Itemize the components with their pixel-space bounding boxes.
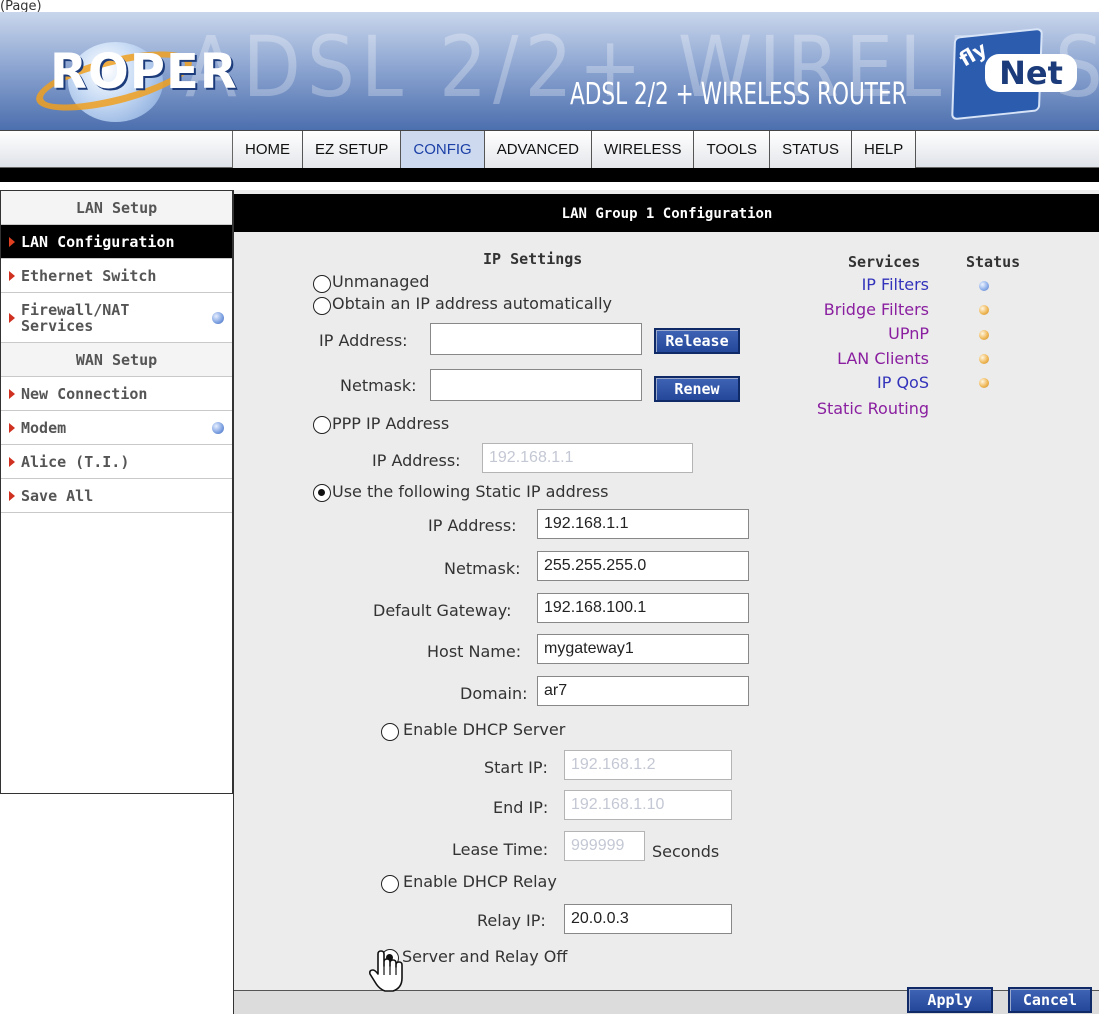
sidebar-item-save-all[interactable]: Save All <box>1 479 232 513</box>
tab-advanced[interactable]: ADVANCED <box>484 131 592 168</box>
arrow-right-icon <box>9 236 15 247</box>
host-name-label: Host Name: <box>427 642 522 661</box>
tab-home[interactable]: HOME <box>233 131 303 168</box>
banner-title: ADSL 2/2 + WIRELESS ROUTER <box>570 77 907 112</box>
status-off-icon <box>979 305 989 315</box>
cancel-button[interactable]: Cancel <box>1008 987 1092 1013</box>
ip-settings-heading: IP Settings <box>483 250 583 268</box>
renew-button[interactable]: Renew <box>654 376 740 402</box>
obtain-auto-radio[interactable] <box>313 297 331 315</box>
static-netmask-input[interactable]: 255.255.255.0 <box>537 551 749 581</box>
end-ip-input[interactable]: 192.168.1.10 <box>564 790 732 820</box>
static-netmask-label: Netmask: <box>444 559 521 578</box>
static-ip-address-label: IP Address: <box>428 516 517 535</box>
arrow-right-icon <box>9 312 15 323</box>
status-dot-icon <box>212 311 224 324</box>
arrow-right-icon <box>9 270 15 281</box>
default-gateway-input[interactable]: 192.168.100.1 <box>537 593 749 623</box>
unmanaged-label: Unmanaged <box>332 272 430 291</box>
header-banner: ADSL 2/2+ WIRELESS ROUTER ROPER ADSL 2/2… <box>0 12 1099 130</box>
sidebar-item-alice[interactable]: Alice (T.I.) <box>1 445 232 479</box>
tab-config[interactable]: CONFIG <box>401 131 485 168</box>
apply-button[interactable]: Apply <box>907 987 993 1013</box>
release-button[interactable]: Release <box>654 328 740 354</box>
relay-ip-input[interactable]: 20.0.0.3 <box>564 904 732 934</box>
domain-label: Domain: <box>460 684 528 703</box>
tab-wireless[interactable]: WIRELESS <box>591 131 695 168</box>
ppp-ip-address-label: IP Address: <box>372 451 461 470</box>
server-relay-off-label: Server and Relay Off <box>402 947 568 966</box>
status-off-icon <box>979 354 989 364</box>
tab-ez-setup[interactable]: EZ SETUP <box>303 131 402 168</box>
unmanaged-radio[interactable] <box>313 275 331 293</box>
roper-logo: ROPER <box>28 30 237 126</box>
relay-ip-label: Relay IP: <box>477 911 546 930</box>
page-title: LAN Group 1 Configuration <box>234 194 1099 232</box>
tab-tools[interactable]: TOOLS <box>694 131 771 168</box>
nav-tabs: HOME EZ SETUP CONFIG ADVANCED WIRELESS T… <box>233 131 917 168</box>
status-off-icon <box>979 378 989 388</box>
top-nav: HOME EZ SETUP CONFIG ADVANCED WIRELESS T… <box>0 130 1099 168</box>
status-heading: Status <box>966 253 1021 271</box>
ppp-ip-radio[interactable] <box>313 416 331 434</box>
service-link-lan-clients[interactable]: LAN Clients <box>837 349 929 368</box>
obtain-auto-label: Obtain an IP address automatically <box>332 294 613 313</box>
divider-bar <box>0 168 1099 182</box>
auto-ip-input[interactable] <box>430 323 642 355</box>
static-ip-label: Use the following Static IP address <box>332 482 609 501</box>
tab-help[interactable]: HELP <box>852 131 917 168</box>
status-on-icon <box>979 281 989 291</box>
sidebar-header-wan: WAN Setup <box>1 343 232 377</box>
static-ip-input[interactable]: 192.168.1.1 <box>537 509 749 539</box>
host-name-input[interactable]: mygateway1 <box>537 634 749 664</box>
flynet-logo: fly Net <box>945 27 1085 123</box>
domain-input[interactable]: ar7 <box>537 676 749 706</box>
hand-cursor-icon <box>369 950 403 992</box>
services-heading: Services <box>848 253 921 271</box>
auto-netmask-label: Netmask: <box>340 376 417 395</box>
enable-dhcp-server-label: Enable DHCP Server <box>403 720 566 739</box>
service-link-ip-filters[interactable]: IP Filters <box>862 275 929 294</box>
service-link-upnp[interactable]: UPnP <box>888 324 929 343</box>
sidebar-item-lan-configuration[interactable]: LAN Configuration <box>1 225 232 259</box>
arrow-right-icon <box>9 490 15 501</box>
seconds-label: Seconds <box>652 842 720 861</box>
end-ip-label: End IP: <box>493 798 549 817</box>
auto-ip-label: IP Address: <box>319 331 408 350</box>
lease-time-label: Lease Time: <box>452 840 549 859</box>
start-ip-input[interactable]: 192.168.1.2 <box>564 750 732 780</box>
ppp-ip-input[interactable]: 192.168.1.1 <box>482 443 693 473</box>
main-panel: LAN Group 1 Configuration IP Settings Un… <box>233 190 1099 1014</box>
service-link-static-routing[interactable]: Static Routing <box>817 399 929 418</box>
lease-time-input[interactable]: 999999 <box>564 831 645 861</box>
status-dot-icon <box>212 421 224 434</box>
sidebar-item-modem[interactable]: Modem <box>1 411 232 445</box>
sidebar-item-ethernet-switch[interactable]: Ethernet Switch <box>1 259 232 293</box>
arrow-right-icon <box>9 388 15 399</box>
enable-dhcp-relay-radio[interactable] <box>381 875 399 893</box>
enable-dhcp-relay-label: Enable DHCP Relay <box>403 872 557 891</box>
auto-netmask-input[interactable] <box>430 369 642 401</box>
sidebar: LAN Setup LAN Configuration Ethernet Swi… <box>0 190 233 794</box>
sidebar-item-firewall-nat-services[interactable]: Firewall/NAT Services <box>1 293 232 343</box>
arrow-right-icon <box>9 422 15 433</box>
status-off-icon <box>979 330 989 340</box>
arrow-right-icon <box>9 456 15 467</box>
sidebar-header-lan: LAN Setup <box>1 191 232 225</box>
default-gateway-label: Default Gateway: <box>373 601 512 620</box>
enable-dhcp-server-radio[interactable] <box>381 723 399 741</box>
service-link-ip-qos[interactable]: IP QoS <box>877 373 929 392</box>
tab-status[interactable]: STATUS <box>770 131 853 168</box>
static-ip-radio[interactable] <box>313 484 331 502</box>
service-link-bridge-filters[interactable]: Bridge Filters <box>824 300 929 319</box>
sidebar-item-new-connection[interactable]: New Connection <box>1 377 232 411</box>
ppp-ip-label: PPP IP Address <box>332 414 450 433</box>
start-ip-label: Start IP: <box>484 758 548 777</box>
